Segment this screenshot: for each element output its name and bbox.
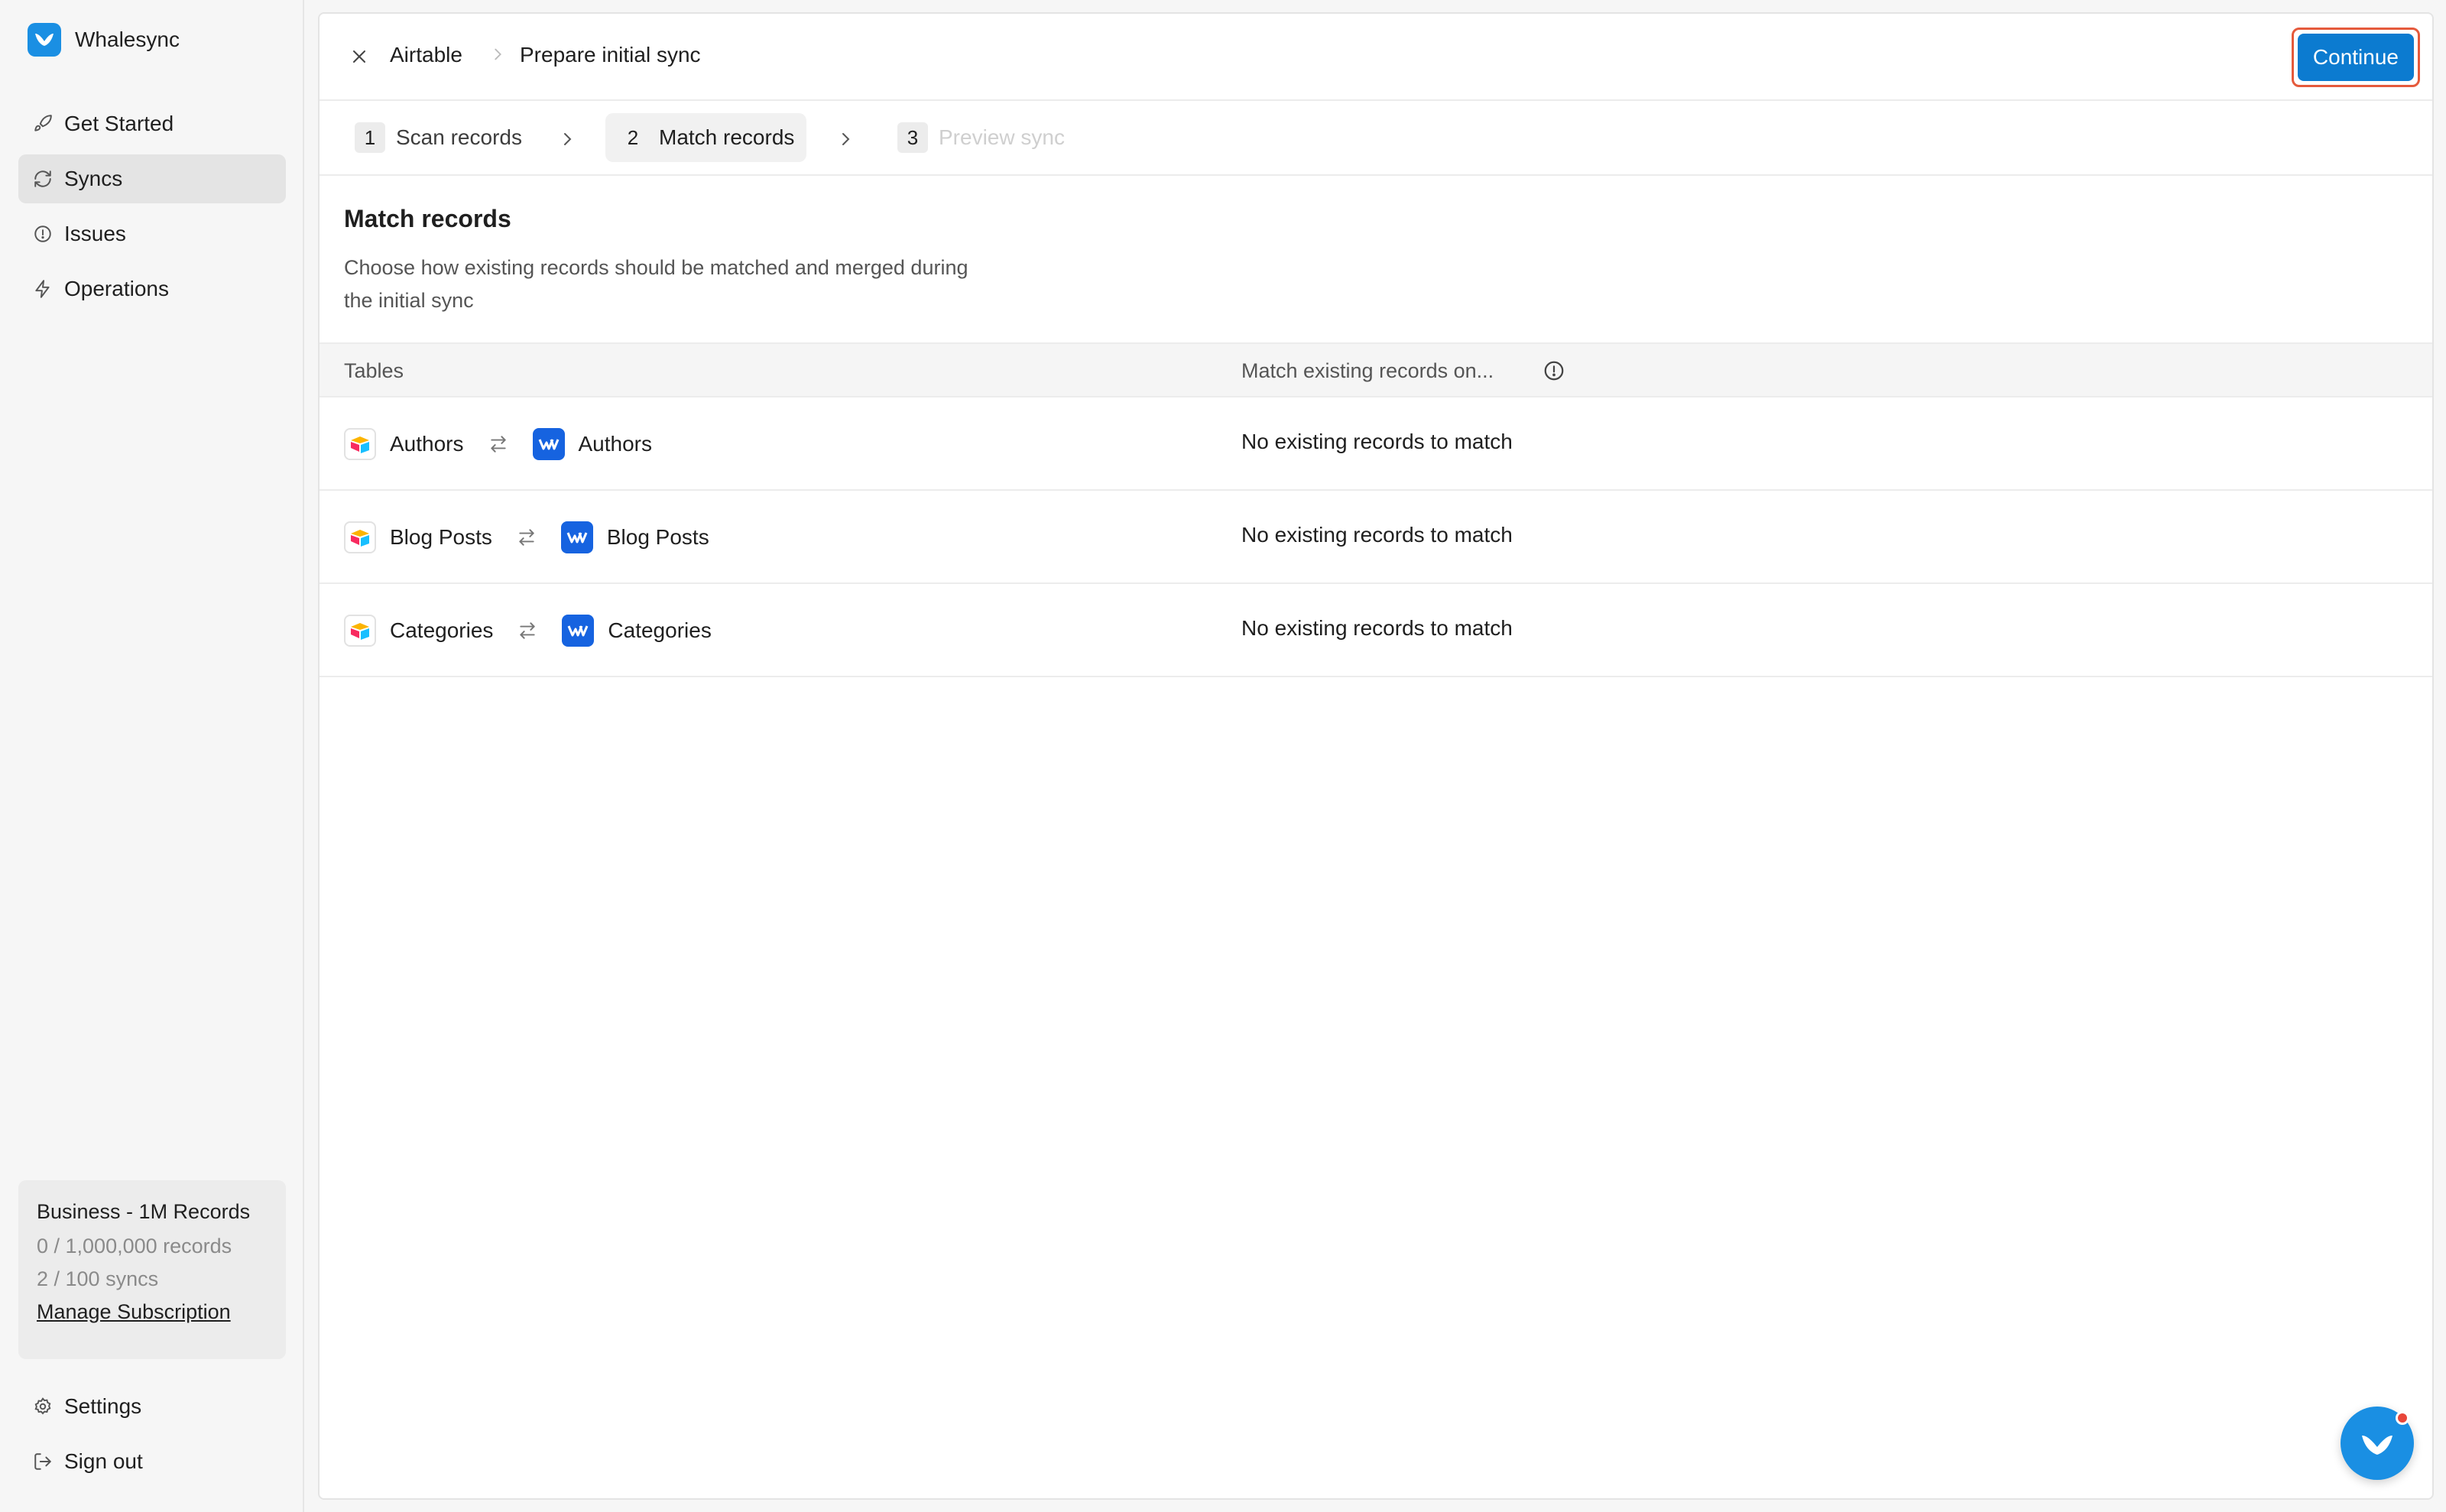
sync-icon bbox=[32, 168, 54, 190]
chevron-right-icon bbox=[558, 130, 576, 148]
table-header: Tables Match existing records on... bbox=[320, 342, 2432, 397]
sidebar-item-get-started[interactable]: Get Started bbox=[18, 99, 286, 148]
table-pair: Categories Categories bbox=[344, 615, 712, 647]
webflow-icon bbox=[532, 428, 565, 460]
chevron-right-icon bbox=[489, 46, 506, 67]
table-pair: Blog Posts Blog Posts bbox=[344, 521, 709, 553]
step-number: 1 bbox=[355, 122, 385, 153]
sidebar-item-issues[interactable]: Issues bbox=[18, 209, 286, 258]
sidebar: Whalesync Get Started Syncs Issues Opera… bbox=[0, 0, 304, 1512]
lightning-icon bbox=[32, 278, 54, 300]
step-label: Match records bbox=[659, 125, 795, 149]
sidebar-item-label: Get Started bbox=[64, 112, 174, 135]
gear-icon bbox=[32, 1396, 54, 1417]
sidebar-item-settings[interactable]: Settings bbox=[18, 1382, 286, 1431]
step-preview-sync: 3 Preview sync bbox=[885, 113, 1077, 162]
table-row: Authors Authors No existing records to m… bbox=[320, 397, 2432, 491]
breadcrumb-airtable[interactable]: Airtable bbox=[390, 43, 462, 67]
sidebar-item-label: Sign out bbox=[64, 1449, 143, 1473]
sidebar-item-syncs[interactable]: Syncs bbox=[18, 154, 286, 203]
sidebar-item-label: Issues bbox=[64, 222, 126, 245]
plan-records: 0 / 1,000,000 records bbox=[37, 1235, 232, 1257]
rocket-icon bbox=[32, 113, 54, 135]
source-table-name: Categories bbox=[390, 618, 494, 642]
step-match-records[interactable]: 2 Match records bbox=[605, 113, 807, 162]
continue-button-highlight: Continue bbox=[2291, 28, 2420, 87]
sidebar-item-label: Settings bbox=[64, 1394, 142, 1418]
column-header-match: Match existing records on... bbox=[1241, 359, 1494, 382]
step-label: Preview sync bbox=[939, 125, 1065, 149]
step-number: 3 bbox=[897, 122, 928, 153]
destination-table-name: Categories bbox=[608, 618, 712, 642]
top-bar: Airtable Prepare initial sync Continue bbox=[320, 14, 2432, 101]
section-description: Choose how existing records should be ma… bbox=[344, 256, 968, 312]
sidebar-item-sign-out[interactable]: Sign out bbox=[18, 1437, 286, 1486]
column-header-tables: Tables bbox=[344, 359, 404, 382]
webflow-icon bbox=[562, 615, 595, 647]
sidebar-nav: Get Started Syncs Issues Operations bbox=[18, 99, 286, 320]
match-status: No existing records to match bbox=[1241, 523, 1513, 547]
swap-arrows-icon bbox=[516, 619, 539, 642]
table-pair: Authors Authors bbox=[344, 428, 652, 460]
close-icon[interactable] bbox=[347, 44, 371, 69]
continue-button[interactable]: Continue bbox=[2297, 34, 2414, 81]
source-table-name: Blog Posts bbox=[390, 525, 492, 549]
table-row: Blog Posts Blog Posts No existing record… bbox=[320, 491, 2432, 584]
whale-chat-icon bbox=[2362, 1436, 2392, 1455]
swap-arrows-icon bbox=[515, 526, 538, 549]
match-records-section: Match records Choose how existing record… bbox=[320, 176, 2432, 342]
step-number: 2 bbox=[627, 125, 639, 149]
airtable-icon bbox=[344, 521, 376, 553]
chevron-right-icon bbox=[836, 130, 855, 148]
source-table-name: Authors bbox=[390, 432, 464, 456]
page-title: Prepare initial sync bbox=[520, 43, 701, 67]
sidebar-item-label: Operations bbox=[64, 277, 169, 300]
notification-dot bbox=[2396, 1411, 2409, 1425]
destination-table-name: Authors bbox=[578, 432, 653, 456]
step-scan-records[interactable]: 1 Scan records bbox=[342, 113, 534, 162]
stepper: 1 Scan records 2 Match records 3 Preview… bbox=[320, 101, 2432, 176]
step-label: Scan records bbox=[396, 125, 522, 149]
sidebar-item-label: Syncs bbox=[64, 167, 123, 190]
plan-card: Business - 1M Records 0 / 1,000,000 reco… bbox=[18, 1180, 286, 1359]
swap-arrows-icon bbox=[487, 433, 510, 456]
chat-launcher-button[interactable] bbox=[2341, 1407, 2414, 1480]
webflow-icon bbox=[560, 521, 593, 553]
alert-circle-icon bbox=[32, 223, 54, 245]
info-icon[interactable] bbox=[1543, 359, 1567, 384]
match-status: No existing records to match bbox=[1241, 430, 1513, 453]
sidebar-bottom-nav: Settings Sign out bbox=[18, 1382, 286, 1492]
section-title: Match records bbox=[344, 205, 511, 232]
plan-syncs: 2 / 100 syncs bbox=[37, 1267, 159, 1290]
match-status: No existing records to match bbox=[1241, 616, 1513, 640]
airtable-icon bbox=[344, 615, 376, 647]
brand[interactable]: Whalesync bbox=[28, 23, 180, 57]
manage-subscription-link[interactable]: Manage Subscription bbox=[37, 1300, 231, 1323]
app-name: Whalesync bbox=[75, 28, 180, 51]
destination-table-name: Blog Posts bbox=[606, 525, 709, 549]
table-row: Categories Categories No existing record… bbox=[320, 584, 2432, 677]
plan-title: Business - 1M Records bbox=[37, 1200, 251, 1223]
main-panel: Airtable Prepare initial sync Continue 1… bbox=[318, 12, 2434, 1500]
sign-out-icon bbox=[32, 1451, 54, 1472]
whalesync-logo-icon bbox=[28, 23, 61, 57]
airtable-icon bbox=[344, 428, 376, 460]
sidebar-item-operations[interactable]: Operations bbox=[18, 264, 286, 313]
